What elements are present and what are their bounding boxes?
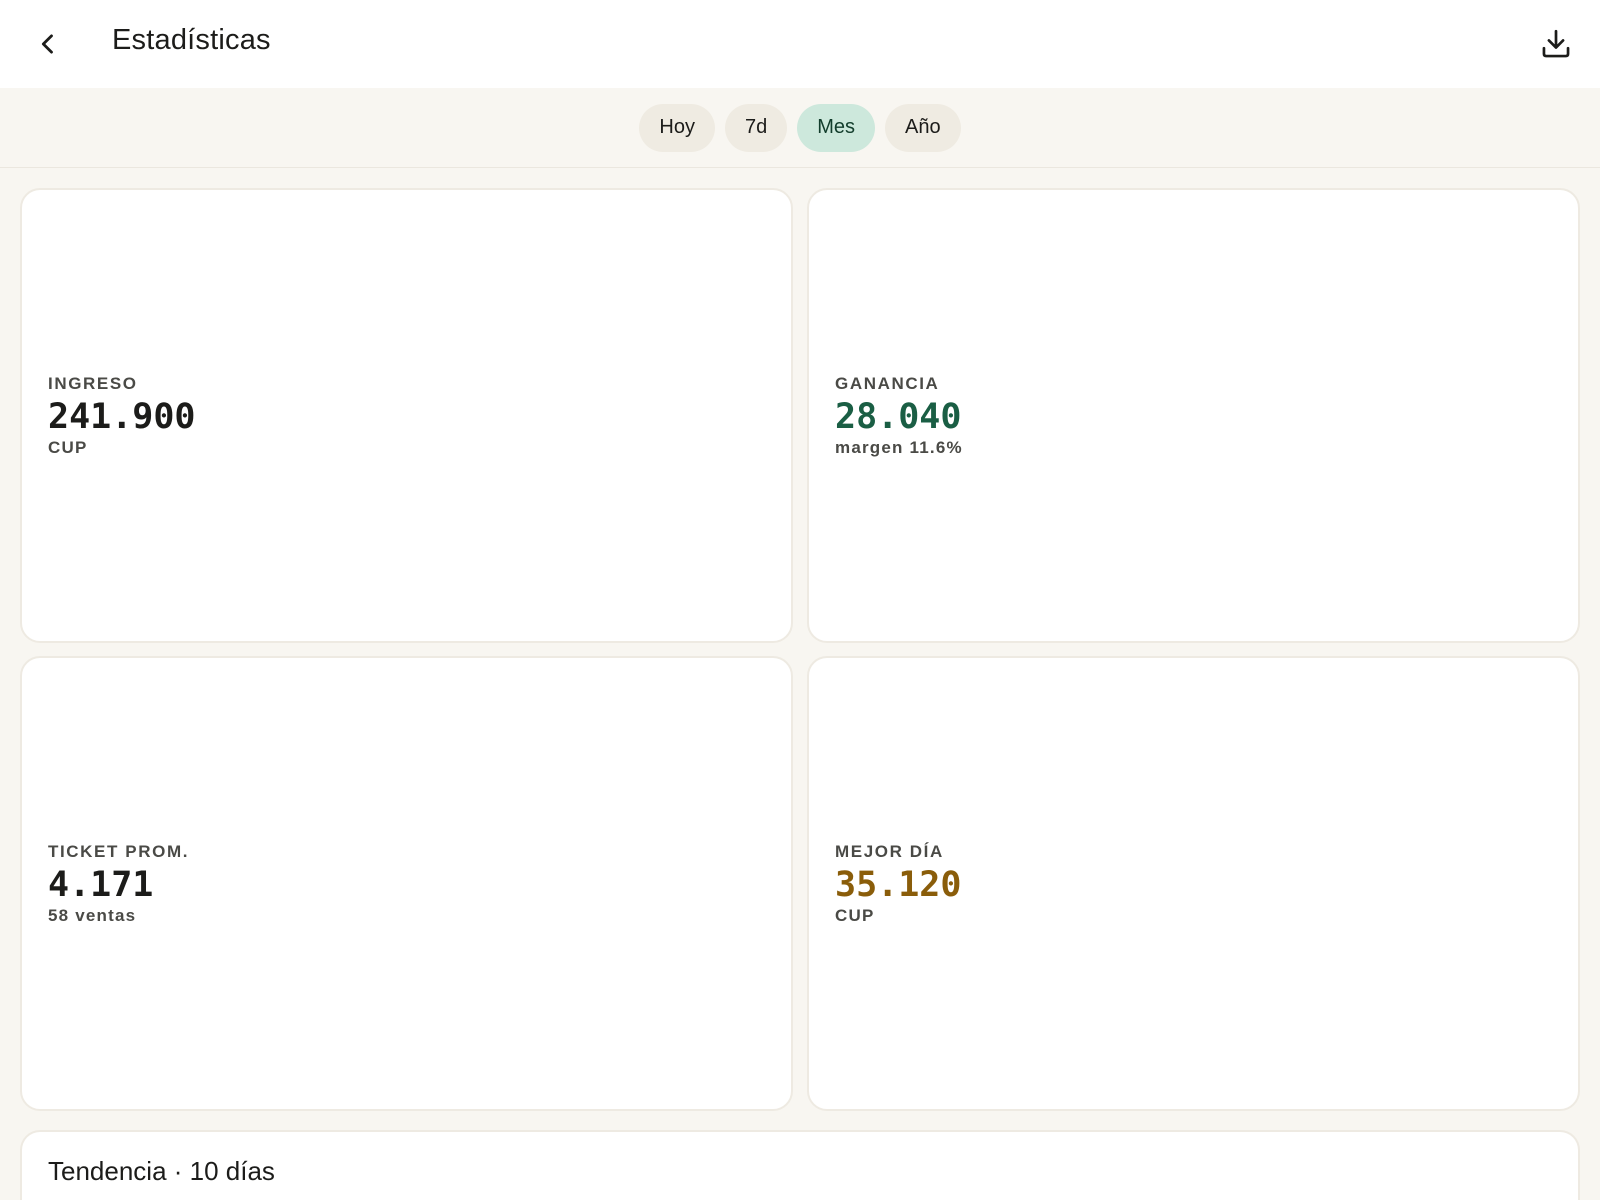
stat-block: MEJOR DÍA 35.120 CUP	[835, 841, 961, 926]
download-icon	[1542, 29, 1570, 58]
stat-card-mejor-dia: MEJOR DÍA 35.120 CUP	[807, 656, 1580, 1111]
page-title: Estadísticas	[112, 24, 271, 56]
stat-label: GANANCIA	[835, 373, 940, 393]
stat-card-ticket: TICKET PROM. 4.171 58 ventas	[20, 656, 793, 1111]
period-filter-bar: Hoy 7d Mes Año	[0, 88, 1600, 168]
stat-value: 28.040	[835, 396, 962, 437]
trend-title: Tendencia · 10 días	[48, 1156, 275, 1186]
stat-block: TICKET PROM. 4.171 58 ventas	[48, 841, 189, 926]
app-bar: Estadísticas	[0, 0, 1600, 88]
stat-block: GANANCIA 28.040 margen 11.6%	[835, 373, 963, 458]
stat-value: 4.171	[48, 864, 154, 905]
stat-card-ganancia: GANANCIA 28.040 margen 11.6%	[807, 188, 1580, 643]
filter-chip-7d[interactable]: 7d	[724, 103, 788, 152]
stat-value: 35.120	[835, 864, 962, 905]
filter-chip-ano[interactable]: Año	[885, 103, 961, 152]
stat-sub: CUP	[835, 905, 875, 925]
stat-block: INGRESO 241.900 CUP	[48, 373, 196, 458]
stat-label: TICKET PROM.	[48, 841, 190, 861]
stat-card-ingreso: INGRESO 241.900 CUP	[20, 188, 793, 643]
stat-label: INGRESO	[48, 373, 138, 393]
back-button[interactable]	[24, 20, 72, 68]
trend-card: Tendencia · 10 días	[20, 1130, 1580, 1200]
stat-sub: 58 ventas	[48, 905, 137, 925]
filter-chip-hoy[interactable]: Hoy	[639, 103, 715, 152]
stat-sub: margen 11.6%	[835, 437, 963, 457]
download-button[interactable]	[1532, 20, 1580, 68]
stat-sub: CUP	[48, 437, 88, 457]
stat-label: MEJOR DÍA	[835, 841, 944, 861]
chevron-left-icon	[41, 34, 53, 54]
stat-value: 241.900	[48, 396, 196, 437]
filter-chip-mes[interactable]: Mes	[797, 103, 876, 152]
